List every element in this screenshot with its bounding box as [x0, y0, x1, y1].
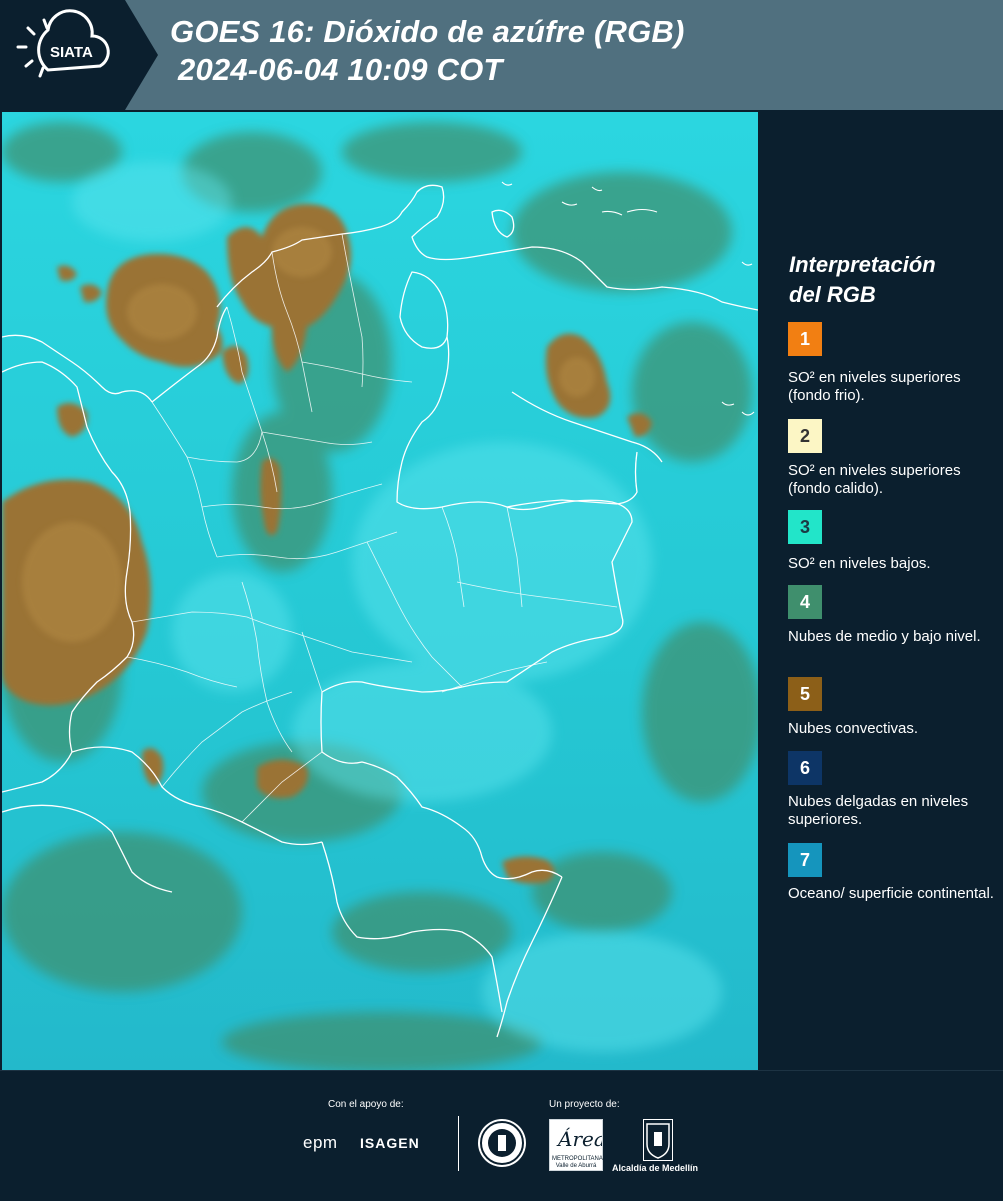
medellin-seal-icon: [478, 1119, 526, 1167]
legend-title: Interpretación del RGB: [789, 252, 936, 307]
header: SIATA GOES 16: Dióxido de azúfre (RGB) 2…: [0, 0, 1003, 110]
legend-label-7: Oceano/ superficie continental.: [788, 885, 994, 902]
legend-label-1: SO² en niveles superiores (fondo frio).: [788, 369, 961, 404]
svg-text:Área: Área: [556, 1127, 602, 1151]
siata-logo-text: SIATA: [50, 44, 93, 61]
footer: Con el apoyo de: Un proyecto de: epm ISA…: [0, 1070, 1003, 1201]
legend-label-5: Nubes convectivas.: [788, 720, 919, 737]
project-label: Un proyecto de:: [549, 1099, 620, 1110]
legend-swatch-2: 2: [788, 419, 822, 453]
legend-swatch-4: 4: [788, 585, 822, 619]
rgb-legend: Interpretación del RGB 1 SO² en niveles …: [760, 110, 1003, 1070]
footer-divider: [458, 1116, 459, 1171]
page-timestamp: 2024-06-04 10:09 COT: [178, 52, 503, 87]
legend-swatch-5: 5: [788, 677, 822, 711]
alcaldia-medellin-text: Alcaldía de Medellín: [612, 1163, 699, 1173]
support-label: Con el apoyo de:: [328, 1099, 404, 1110]
legend-label-6: Nubes delgadas en niveles superiores.: [788, 793, 969, 828]
area-metropolitana-text: METROPOLITANA Valle de Aburrá: [552, 1156, 603, 1169]
legend-swatch-6: 6: [788, 751, 822, 785]
medellin-crest-icon: [643, 1119, 673, 1161]
legend-label-3: SO² en niveles bajos.: [788, 555, 931, 572]
epm-logo: epm: [303, 1133, 338, 1152]
page-title: GOES 16: Dióxido de azúfre (RGB): [170, 14, 685, 49]
legend-label-2: SO² en niveles superiores (fondo calido)…: [788, 462, 961, 497]
isagen-logo: ISAGEN: [360, 1135, 420, 1151]
siata-logo: SIATA: [0, 0, 160, 110]
legend-label-4: Nubes de medio y bajo nivel.: [788, 628, 981, 645]
legend-swatch-3: 3: [788, 510, 822, 544]
legend-swatch-7: 7: [788, 843, 822, 877]
legend-swatch-1: 1: [788, 322, 822, 356]
satellite-map: [2, 112, 758, 1070]
